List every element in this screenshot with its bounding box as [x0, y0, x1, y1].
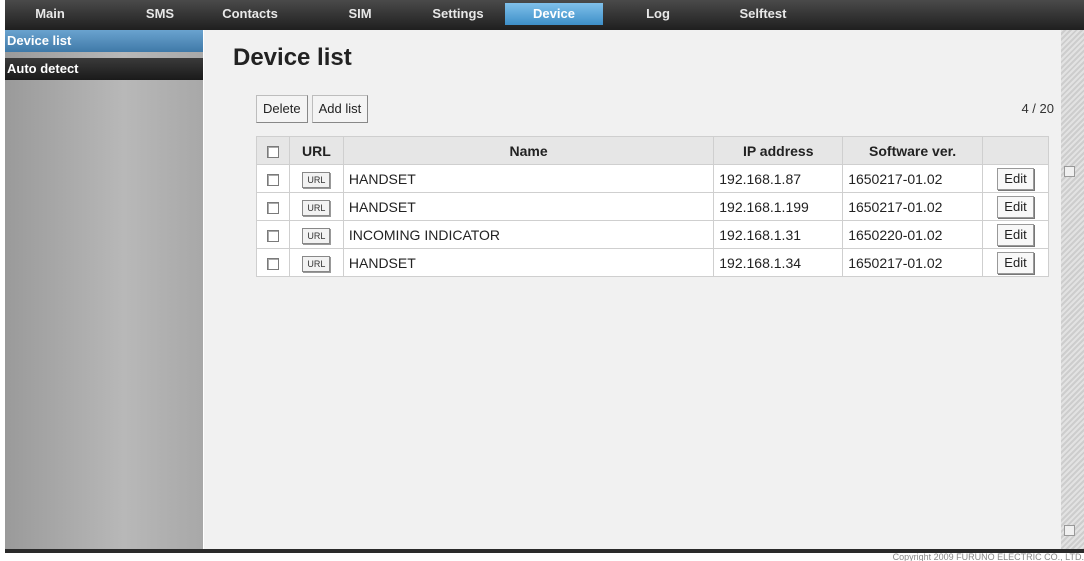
table-row: URL HANDSET 192.168.1.199 1650217-01.02 … [256, 192, 1049, 221]
url-button[interactable]: URL [302, 227, 331, 244]
device-count: 4 / 20 [1021, 101, 1054, 116]
scrollbar-track[interactable] [1061, 30, 1084, 549]
device-name: HANDSET [342, 248, 715, 277]
device-name: HANDSET [342, 164, 715, 193]
nav-tab-log[interactable]: Log [623, 3, 693, 25]
device-table: URL Name IP address Software ver. URL HA… [256, 136, 1049, 277]
device-ip: 192.168.1.87 [713, 164, 844, 193]
select-all-checkbox[interactable] [266, 145, 279, 158]
column-header-edit [982, 136, 1049, 165]
page-title: Device list [233, 44, 352, 71]
device-ip: 192.168.1.199 [713, 192, 844, 221]
device-ip: 192.168.1.34 [713, 248, 844, 277]
url-button[interactable]: URL [302, 171, 331, 188]
row-checkbox[interactable] [266, 173, 279, 186]
copyright-text: Copyright 2009 FURUNO ELECTRIC CO., LTD. [892, 553, 1084, 561]
table-row: URL HANDSET 192.168.1.34 1650217-01.02 E… [256, 248, 1049, 277]
table-row: URL INCOMING INDICATOR 192.168.1.31 1650… [256, 220, 1049, 249]
edit-button[interactable]: Edit [997, 251, 1034, 274]
nav-tab-selftest[interactable]: Selftest [723, 3, 803, 25]
edit-button[interactable]: Edit [997, 223, 1034, 246]
nav-tab-settings[interactable]: Settings [418, 3, 498, 25]
edit-button[interactable]: Edit [997, 167, 1034, 190]
device-name: INCOMING INDICATOR [342, 220, 715, 249]
row-checkbox[interactable] [266, 257, 279, 270]
sidebar: Device list Auto detect [5, 30, 203, 549]
device-ip: 192.168.1.31 [713, 220, 844, 249]
nav-tab-contacts[interactable]: Contacts [215, 3, 285, 25]
column-header-ip: IP address [713, 136, 844, 165]
sidebar-item-auto-detect[interactable]: Auto detect [5, 58, 203, 80]
nav-tab-sms[interactable]: SMS [125, 3, 195, 25]
column-header-url: URL [288, 136, 344, 165]
row-checkbox[interactable] [266, 229, 279, 242]
device-software: 1650217-01.02 [842, 248, 984, 277]
nav-tab-main[interactable]: Main [15, 3, 85, 25]
device-software: 1650220-01.02 [842, 220, 984, 249]
scroll-down-button[interactable] [1064, 525, 1075, 536]
table-header-row: URL Name IP address Software ver. [256, 136, 1049, 165]
edit-button[interactable]: Edit [997, 195, 1034, 218]
table-row: URL HANDSET 192.168.1.87 1650217-01.02 E… [256, 164, 1049, 193]
device-name: HANDSET [342, 192, 715, 221]
nav-tab-device[interactable]: Device [505, 3, 603, 25]
add-list-button[interactable]: Add list [311, 95, 369, 123]
column-header-software: Software ver. [842, 136, 984, 165]
device-software: 1650217-01.02 [842, 164, 984, 193]
scroll-up-button[interactable] [1064, 166, 1075, 177]
url-button[interactable]: URL [302, 199, 331, 216]
delete-button[interactable]: Delete [256, 95, 308, 123]
row-checkbox[interactable] [266, 201, 279, 214]
toolbar: Delete Add list [256, 95, 372, 123]
sidebar-item-device-list[interactable]: Device list [5, 30, 203, 52]
device-software: 1650217-01.02 [842, 192, 984, 221]
column-header-name: Name [342, 136, 715, 165]
select-all-header [256, 136, 290, 165]
url-button[interactable]: URL [302, 255, 331, 272]
nav-tab-sim[interactable]: SIM [325, 3, 395, 25]
top-navigation: Main SMS Contacts SIM Settings Device Lo… [5, 0, 1084, 30]
